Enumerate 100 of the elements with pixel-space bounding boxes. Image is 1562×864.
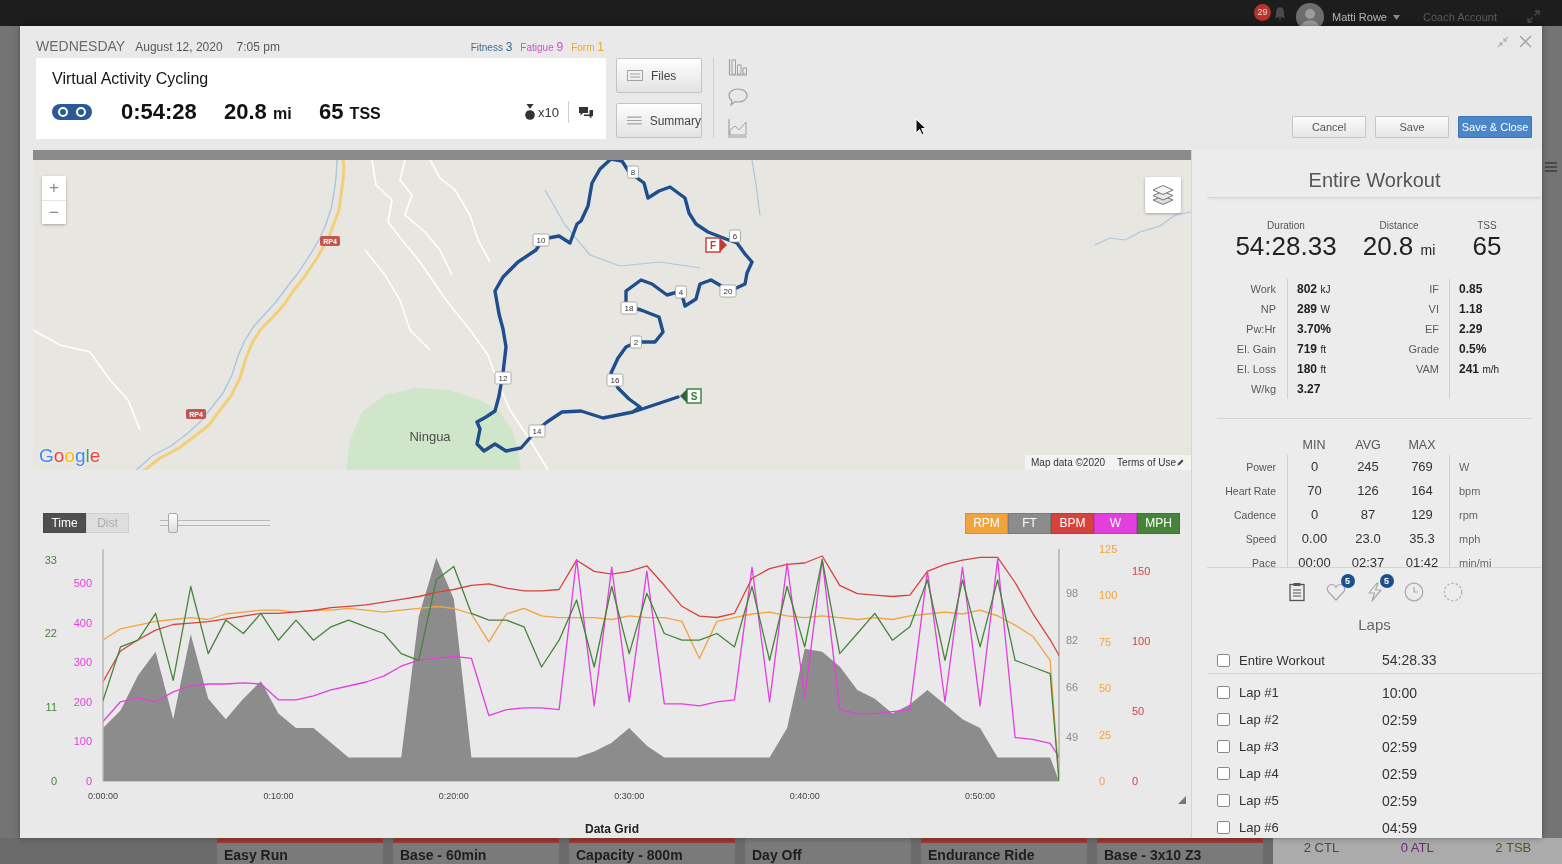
account-link[interactable]: Coach Account xyxy=(1423,11,1497,24)
series-toggle[interactable]: MPH xyxy=(1137,512,1180,534)
route-marker: 6 xyxy=(729,229,741,243)
metric-value: 0.5% xyxy=(1459,341,1488,358)
axis-label: 0:10:00 xyxy=(263,791,294,801)
speech-bubble-icon[interactable] xyxy=(728,88,748,106)
axis-label: 0 xyxy=(85,775,92,787)
axis-label: 100 xyxy=(73,735,92,748)
checkbox[interactable] xyxy=(1217,767,1230,780)
save-close-button[interactable]: Save & Close xyxy=(1458,116,1532,138)
axis-label: 0:40:00 xyxy=(789,791,820,801)
metric-label: Grade xyxy=(1408,342,1439,357)
lap-time: 04:59 xyxy=(1382,819,1418,836)
metric-label: VI xyxy=(1428,302,1439,317)
section-header[interactable]: Data Grid xyxy=(585,822,639,836)
lap-name: Lap #3 xyxy=(1239,739,1280,754)
table-cell: 0.00 xyxy=(1287,527,1341,551)
route-marker: 20 xyxy=(719,284,737,298)
axis-label: 200 xyxy=(73,695,92,708)
medal-count: x10 xyxy=(538,104,559,120)
checkbox[interactable] xyxy=(1217,686,1230,699)
series-toggle[interactable]: W xyxy=(1094,512,1137,534)
calendar-entry[interactable]: Base - 3x10 Z3 xyxy=(1097,838,1263,864)
area-chart-icon[interactable] xyxy=(728,118,748,138)
route-marker: 2 xyxy=(630,335,642,349)
bar-chart-icon[interactable] xyxy=(728,58,748,76)
week-stat: 2 TSB xyxy=(1495,840,1532,855)
training-load-value: Fitness 3 xyxy=(470,40,513,54)
checkbox[interactable] xyxy=(1217,653,1230,667)
clock-icon[interactable] xyxy=(1403,582,1424,602)
stat-label: TSS xyxy=(1477,220,1497,231)
metric-value: 3.27 xyxy=(1297,381,1322,398)
action-button[interactable]: Cancel xyxy=(1292,116,1366,138)
table-cell-text: 87 xyxy=(1359,506,1377,524)
lap-name: Lap #4 xyxy=(1239,766,1280,781)
axis-label: 66 xyxy=(1066,681,1079,694)
heart-icon[interactable] xyxy=(1325,582,1346,602)
calendar-entry[interactable]: Capacity - 800m xyxy=(569,838,735,864)
axis-label: 22 xyxy=(44,627,57,640)
expand-icon[interactable] xyxy=(1527,10,1540,23)
stat-value: 20.8 mi xyxy=(1362,231,1436,263)
series-toggle[interactable]: FT xyxy=(1008,512,1051,534)
table-cell: 00:00 xyxy=(1287,551,1341,567)
side-button[interactable]: Summary xyxy=(616,103,702,138)
checkbox[interactable] xyxy=(1217,713,1230,726)
calendar-entry[interactable]: Base - 60min xyxy=(393,838,559,864)
cursor-icon xyxy=(915,118,927,136)
checkbox[interactable] xyxy=(1217,794,1230,807)
lap-time: 02:59 xyxy=(1382,765,1418,782)
metric-label: W/kg xyxy=(1250,382,1276,397)
calendar-entry[interactable]: Easy Run xyxy=(217,838,383,864)
table-cell: 70 xyxy=(1287,479,1341,503)
stat-label: Distance xyxy=(1379,220,1419,231)
section-title: Laps xyxy=(1357,616,1392,634)
route-marker: 14 xyxy=(528,424,546,438)
table-cell-text: 35.3 xyxy=(1408,530,1436,548)
medal-icon xyxy=(525,104,536,120)
zoom-out-button[interactable]: − xyxy=(42,200,66,224)
layers-icon xyxy=(1151,184,1175,206)
checkbox[interactable] xyxy=(1217,821,1230,834)
zoom-in-button[interactable]: + xyxy=(42,176,66,200)
lap-name: Entire Workout xyxy=(1239,652,1326,668)
axis-label: 0 xyxy=(1132,775,1139,787)
slider-thumb[interactable] xyxy=(168,513,179,533)
axis-label: 100 xyxy=(1099,589,1118,602)
lap-time: 10:00 xyxy=(1382,684,1418,701)
calendar-entry[interactable]: Endurance Ride xyxy=(921,838,1087,864)
resize-handle-icon[interactable] xyxy=(1178,796,1186,804)
axis-label: 98 xyxy=(1066,587,1079,600)
caret-icon[interactable] xyxy=(1393,15,1400,20)
terms-link[interactable]: Terms of Use xyxy=(1117,457,1176,468)
training-load-value: Fatigue 9 xyxy=(520,40,564,54)
pencil-icon[interactable] xyxy=(1177,459,1184,466)
layers-button[interactable] xyxy=(1145,177,1181,213)
axis-label: 50 xyxy=(1099,682,1112,695)
close-icon[interactable] xyxy=(1519,35,1532,48)
comments-icon[interactable] xyxy=(578,105,594,119)
series-toggle[interactable]: RPM xyxy=(965,512,1008,534)
axis-label: 500 xyxy=(73,577,92,590)
metric-label: EF xyxy=(1424,322,1439,337)
dashed-circle-icon[interactable] xyxy=(1442,582,1463,602)
side-button[interactable]: Files xyxy=(616,58,702,93)
column-header: MIN xyxy=(1301,437,1327,454)
metric-label: NP xyxy=(1260,302,1276,317)
metric-label: Pw:Hr xyxy=(1246,322,1276,337)
clipboard-icon[interactable] xyxy=(1286,582,1307,602)
range-tab[interactable]: Time xyxy=(43,513,86,533)
axis-label: 125 xyxy=(1099,543,1118,555)
table-cell: 0 xyxy=(1287,503,1341,527)
series-toggle[interactable]: BPM xyxy=(1051,512,1094,534)
table-cell-text: 129 xyxy=(1410,506,1434,524)
metric-value: 241 m/h xyxy=(1459,361,1500,378)
action-button[interactable]: Save xyxy=(1375,116,1449,138)
training-load-value: Form 1 xyxy=(571,40,604,54)
user-name[interactable]: Matti Rowe xyxy=(1331,11,1387,24)
checkbox[interactable] xyxy=(1217,740,1230,753)
time-label: 7:05 pm xyxy=(236,40,280,54)
calendar-entry[interactable]: Day Off xyxy=(745,838,911,864)
menu-icon[interactable] xyxy=(1545,162,1557,172)
axis-label: 11 xyxy=(45,701,57,714)
